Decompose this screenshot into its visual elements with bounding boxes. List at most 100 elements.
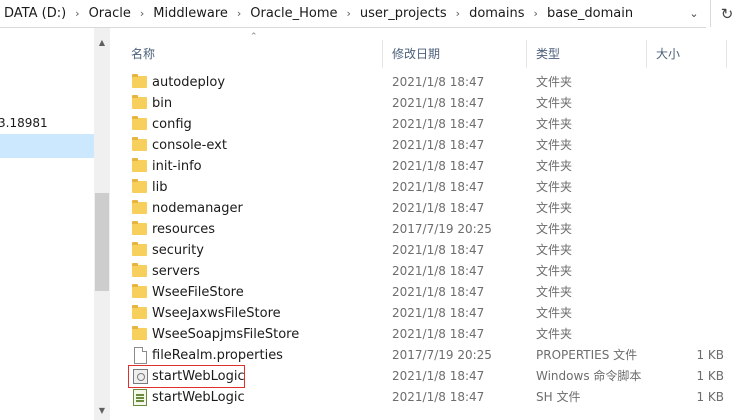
file-name: servers	[152, 264, 200, 279]
file-modified-date: 2021/1/8 18:47	[392, 138, 485, 152]
file-type: 文件夹	[536, 180, 573, 194]
column-header-row: ⌃ 名称 修改日期 类型 大小	[110, 28, 742, 74]
breadcrumb-separator-icon[interactable]: ›	[232, 7, 246, 20]
breadcrumb-oracle-home[interactable]: Oracle_Home	[246, 6, 341, 21]
file-modified-date: 2021/1/8 18:47	[392, 285, 485, 299]
file-name: startWebLogic	[152, 390, 245, 405]
file-row[interactable]: lib 2021/1/8 18:47 文件夹	[126, 177, 742, 198]
file-row[interactable]: WseeSoapjmsFileStore 2021/1/8 18:47 文件夹	[126, 324, 742, 345]
file-modified-date: 2021/1/8 18:47	[392, 96, 485, 110]
file-name: fileRealm.properties	[152, 348, 283, 363]
column-header-type[interactable]: 类型	[536, 45, 560, 62]
breadcrumb-oracle[interactable]: Oracle	[85, 6, 135, 21]
file-name: security	[152, 243, 204, 258]
file-name: config	[152, 117, 192, 132]
folder-icon	[132, 137, 148, 153]
navigation-pane: 3.18981	[0, 28, 94, 420]
file-size: 1 KB	[696, 348, 724, 362]
breadcrumb-domains[interactable]: domains	[465, 6, 528, 21]
file-row[interactable]: WseeJaxwsFileStore 2021/1/8 18:47 文件夹	[126, 303, 742, 324]
file-type: 文件夹	[536, 159, 573, 173]
file-name: WseeJaxwsFileStore	[152, 306, 281, 321]
folder-icon	[132, 242, 148, 258]
chevron-down-icon[interactable]: ⌄	[682, 0, 706, 27]
column-divider[interactable]	[726, 40, 727, 68]
file-type: 文件夹	[536, 96, 573, 110]
file-modified-date: 2021/1/8 18:47	[392, 159, 485, 173]
scroll-up-icon[interactable]: ▲	[94, 38, 110, 47]
file-name: nodemanager	[152, 201, 243, 216]
breadcrumb[interactable]: DATA (D:) › Oracle › Middleware › Oracle…	[0, 0, 706, 28]
file-row[interactable]: autodeploy 2021/1/8 18:47 文件夹	[126, 72, 742, 93]
file-modified-date: 2021/1/8 18:47	[392, 180, 485, 194]
file-name: bin	[152, 96, 173, 111]
column-header-name[interactable]: 名称	[131, 45, 155, 62]
address-bar: DATA (D:) › Oracle › Middleware › Oracle…	[0, 0, 742, 28]
breadcrumb-separator-icon[interactable]: ›	[342, 7, 356, 20]
folder-icon	[132, 95, 148, 111]
file-name: WseeFileStore	[152, 285, 244, 300]
file-type: 文件夹	[536, 117, 573, 131]
folder-icon	[132, 158, 148, 174]
file-list: ⌃ 名称 修改日期 类型 大小 autodeploy 2021/1/8 18:47…	[110, 28, 742, 420]
file-modified-date: 2021/1/8 18:47	[392, 201, 485, 215]
scroll-down-icon[interactable]: ▼	[94, 406, 110, 415]
nav-scrollbar[interactable]: ▲ ▼	[94, 28, 110, 420]
file-type: 文件夹	[536, 264, 573, 278]
sort-ascending-icon: ⌃	[250, 32, 258, 42]
file-row[interactable]: security 2021/1/8 18:47 文件夹	[126, 240, 742, 261]
file-name: autodeploy	[152, 75, 226, 90]
file-modified-date: 2021/1/8 18:47	[392, 264, 485, 278]
file-name: startWebLogic	[152, 369, 245, 384]
file-row[interactable]: startWebLogic 2021/1/8 18:47 Windows 命令脚本 1…	[126, 365, 742, 388]
file-type: SH 文件	[536, 390, 581, 404]
breadcrumb-separator-icon[interactable]: ›	[529, 7, 543, 20]
file-modified-date: 2021/1/8 18:47	[392, 117, 485, 131]
file-row[interactable]: servers 2021/1/8 18:47 文件夹	[126, 261, 742, 282]
folder-icon	[132, 263, 148, 279]
column-header-date[interactable]: 修改日期	[392, 45, 440, 62]
folder-icon	[132, 116, 148, 132]
file-modified-date: 2021/1/8 18:47	[392, 243, 485, 257]
file-row[interactable]: console-ext 2021/1/8 18:47 文件夹	[126, 135, 742, 156]
scrollbar-thumb[interactable]	[95, 193, 109, 291]
breadcrumb-separator-icon[interactable]: ›	[135, 7, 149, 20]
file-type: 文件夹	[536, 306, 573, 320]
file-row[interactable]: init-info 2021/1/8 18:47 文件夹	[126, 156, 742, 177]
file-row[interactable]: nodemanager 2021/1/8 18:47 文件夹	[126, 198, 742, 219]
breadcrumb-separator-icon[interactable]: ›	[451, 7, 465, 20]
folder-icon	[132, 74, 148, 90]
folder-icon	[132, 179, 148, 195]
file-type: 文件夹	[536, 75, 573, 89]
column-header-size[interactable]: 大小	[656, 45, 680, 62]
file-row[interactable]: WseeFileStore 2021/1/8 18:47 文件夹	[126, 282, 742, 303]
file-name: WseeSoapjmsFileStore	[152, 327, 300, 342]
file-modified-date: 2021/1/8 18:47	[392, 75, 485, 89]
breadcrumb-user-projects[interactable]: user_projects	[356, 6, 451, 21]
file-type: 文件夹	[536, 327, 573, 341]
breadcrumb-middleware[interactable]: Middleware	[149, 6, 232, 21]
breadcrumb-base-domain[interactable]: base_domain	[543, 6, 637, 21]
breadcrumb-separator-icon[interactable]: ›	[70, 7, 84, 20]
document-icon	[132, 347, 148, 364]
refresh-icon[interactable]: ↻	[710, 0, 742, 27]
file-name: resources	[152, 222, 216, 237]
file-row[interactable]: config 2021/1/8 18:47 文件夹	[126, 114, 742, 135]
folder-icon	[132, 221, 148, 237]
column-divider[interactable]	[526, 40, 527, 68]
breadcrumb-drive[interactable]: DATA (D:)	[0, 6, 70, 21]
file-size: 1 KB	[696, 390, 724, 404]
nav-item-partial[interactable]: 3.18981	[0, 112, 92, 134]
folder-icon	[132, 200, 148, 216]
cmd-script-icon	[132, 368, 148, 384]
file-row[interactable]: resources 2017/7/19 20:25 文件夹	[126, 219, 742, 240]
file-row[interactable]: fileRealm.properties 2017/7/19 20:25 PROPE…	[126, 345, 742, 366]
file-type: 文件夹	[536, 222, 573, 236]
file-name: init-info	[152, 159, 202, 174]
file-type: Windows 命令脚本	[536, 369, 642, 383]
column-divider[interactable]	[382, 40, 383, 68]
column-divider[interactable]	[646, 40, 647, 68]
nav-selected-item[interactable]	[0, 134, 94, 158]
file-row[interactable]: startWebLogic 2021/1/8 18:47 SH 文件 1 KB	[126, 387, 742, 408]
file-row[interactable]: bin 2021/1/8 18:47 文件夹	[126, 93, 742, 114]
